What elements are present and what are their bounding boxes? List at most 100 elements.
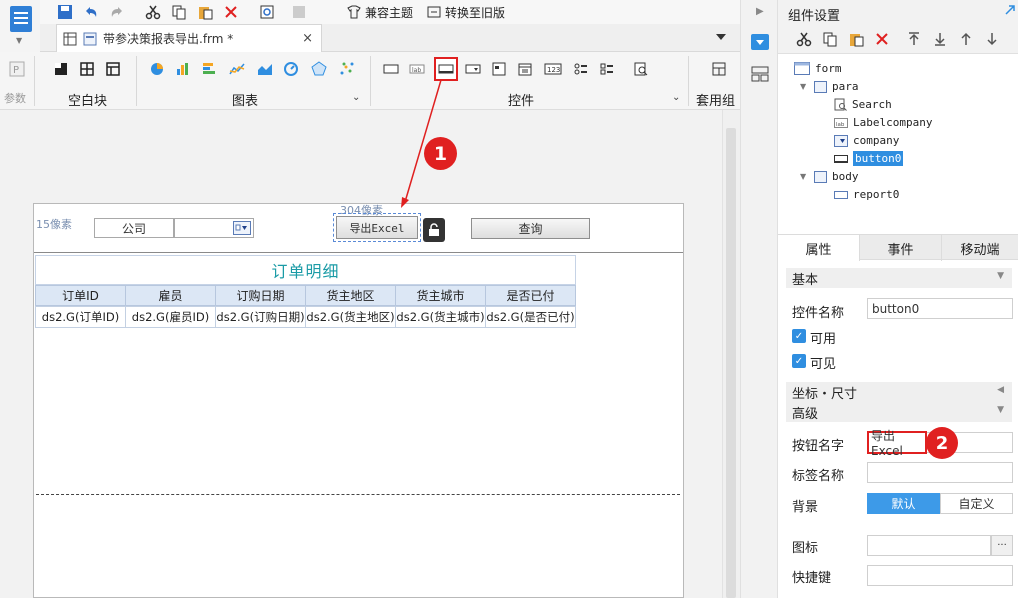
- query-button[interactable]: 查询: [471, 218, 590, 239]
- cut-icon[interactable]: [796, 31, 812, 47]
- callout-badge-2: 2: [926, 427, 958, 459]
- icon-browse-button[interactable]: ···: [991, 535, 1013, 556]
- company-combobox[interactable]: [174, 218, 254, 238]
- gauge-chart-icon[interactable]: [282, 60, 300, 78]
- section-advanced-label: 高级: [792, 406, 819, 422]
- button-name-value-highlight[interactable]: 导出Excel: [867, 429, 927, 458]
- section-collapse-icon[interactable]: ▼: [997, 271, 1004, 281]
- delete-icon[interactable]: [874, 31, 890, 47]
- move-up-icon[interactable]: [958, 31, 974, 47]
- section-collapse-icon[interactable]: ▼: [997, 405, 1004, 415]
- data-cell[interactable]: ds2.G(订购日期): [215, 306, 306, 328]
- tag-name-input[interactable]: [867, 462, 1013, 483]
- hbar-chart-icon[interactable]: [200, 60, 218, 78]
- document-tab-title: 带参决策报表导出.frm *: [103, 32, 234, 46]
- data-cell[interactable]: ds2.G(雇员ID): [125, 306, 216, 328]
- radar-chart-icon[interactable]: [310, 60, 328, 78]
- undo-icon[interactable]: [82, 3, 100, 21]
- copy-icon[interactable]: [822, 31, 838, 47]
- tab-properties[interactable]: 属性: [778, 235, 860, 261]
- section-coords-size[interactable]: 坐标・尺寸 ◀: [786, 382, 1012, 402]
- theme-icon: [347, 5, 361, 19]
- close-tab-icon[interactable]: ×: [302, 31, 313, 46]
- move-down-icon[interactable]: [984, 31, 1000, 47]
- component-settings-icon[interactable]: [751, 34, 769, 50]
- labelcompany-widget[interactable]: 公司: [94, 218, 174, 238]
- tab-mobile[interactable]: 移动端: [942, 235, 1018, 261]
- layout-icon[interactable]: [751, 66, 769, 82]
- move-top-icon[interactable]: [906, 31, 922, 47]
- tree-node-button0[interactable]: button0: [834, 150, 904, 167]
- tree-node-para[interactable]: para: [814, 78, 859, 95]
- delete-icon[interactable]: [222, 3, 240, 21]
- tree-widget-icon[interactable]: [490, 60, 508, 78]
- document-tab[interactable]: 带参决策报表导出.frm * ×: [56, 24, 322, 52]
- checkbox-group-widget-icon[interactable]: [598, 60, 616, 78]
- paste-icon[interactable]: [196, 3, 214, 21]
- redo-icon[interactable]: [108, 3, 126, 21]
- widget-expand-icon[interactable]: ⌄: [672, 92, 680, 103]
- bg-default-button[interactable]: 默认: [867, 493, 940, 514]
- number-widget-icon[interactable]: 123: [544, 60, 562, 78]
- preset-component-icon[interactable]: [710, 60, 728, 78]
- cut-icon[interactable]: [144, 3, 162, 21]
- save-icon[interactable]: [56, 3, 74, 21]
- export-excel-button[interactable]: 导出Excel: [333, 213, 421, 242]
- section-advanced[interactable]: 高级 ▼: [786, 402, 1012, 422]
- blank-absolute-icon[interactable]: [52, 60, 70, 78]
- visible-checkbox[interactable]: ✓: [792, 354, 806, 368]
- tree-node-form[interactable]: form: [794, 60, 842, 77]
- data-cell[interactable]: ds2.G(货主地区): [305, 306, 396, 328]
- canvas-scrollbar-thumb[interactable]: [726, 128, 736, 598]
- bg-custom-button[interactable]: 自定义: [940, 493, 1013, 514]
- tree-node-body[interactable]: body: [814, 168, 859, 185]
- data-cell[interactable]: ds2.G(货主城市): [395, 306, 486, 328]
- combobox-dropdown-icon[interactable]: [233, 221, 251, 235]
- tab-events[interactable]: 事件: [860, 235, 942, 261]
- ribbon-separator: [688, 56, 689, 106]
- copy-icon[interactable]: [170, 3, 188, 21]
- widget-name-input[interactable]: button0: [867, 298, 1013, 319]
- bar-chart-icon[interactable]: [174, 60, 192, 78]
- switch-old-button[interactable]: 转换至旧版: [426, 3, 505, 21]
- body-expand-icon[interactable]: ▼: [800, 172, 806, 181]
- preview-icon[interactable]: [258, 3, 276, 21]
- compat-theme-button[interactable]: 兼容主题: [346, 3, 413, 21]
- data-cell[interactable]: ds2.G(订单ID): [35, 306, 126, 328]
- expand-panel-icon[interactable]: [1004, 4, 1016, 16]
- app-menu-icon[interactable]: [10, 6, 32, 32]
- section-expand-icon[interactable]: ◀: [997, 385, 1004, 395]
- date-widget-icon[interactable]: [516, 60, 534, 78]
- combobox-widget-icon[interactable]: [464, 60, 482, 78]
- blank-tab-icon[interactable]: [104, 60, 122, 78]
- chart-expand-icon[interactable]: ⌄: [352, 92, 360, 103]
- area-chart-icon[interactable]: [256, 60, 274, 78]
- tree-node-labelcompany[interactable]: lab Labelcompany: [834, 114, 932, 131]
- app-menu-arrow-icon[interactable]: ▼: [16, 36, 22, 45]
- param-icon[interactable]: P: [8, 60, 26, 78]
- paste-icon[interactable]: [848, 31, 864, 47]
- icon-input[interactable]: [867, 535, 991, 556]
- line-chart-icon[interactable]: [228, 60, 246, 78]
- scatter-chart-icon[interactable]: [338, 60, 356, 78]
- para-expand-icon[interactable]: ▼: [800, 82, 806, 91]
- report0-table[interactable]: 订单明细 订单ID 雇员 订购日期 货主地区 货主城市 是否已付 ds2.G(订…: [35, 255, 576, 329]
- tree-node-company[interactable]: company: [834, 132, 899, 149]
- search-widget-icon[interactable]: [632, 60, 650, 78]
- section-basic[interactable]: 基本 ▼: [786, 268, 1012, 288]
- pie-chart-icon[interactable]: [148, 60, 166, 78]
- move-bottom-icon[interactable]: [932, 31, 948, 47]
- export-excel-button-label: 导出Excel: [349, 221, 405, 235]
- quick-toolbar: 兼容主题 转换至旧版: [40, 0, 740, 24]
- enabled-checkbox[interactable]: ✓: [792, 329, 806, 343]
- blank-grid-icon[interactable]: [78, 60, 96, 78]
- collapse-arrow-icon[interactable]: ▶: [756, 6, 764, 17]
- tree-node-report0[interactable]: report0: [834, 186, 899, 203]
- unlock-icon[interactable]: [423, 218, 445, 242]
- data-cell[interactable]: ds2.G(是否已付): [485, 306, 576, 328]
- radio-group-widget-icon[interactable]: [572, 60, 590, 78]
- hotkey-input[interactable]: [867, 565, 1013, 586]
- tree-node-search[interactable]: Search: [834, 96, 892, 113]
- tree-node-form-label: form: [815, 62, 842, 75]
- tab-menu-icon[interactable]: [714, 30, 728, 44]
